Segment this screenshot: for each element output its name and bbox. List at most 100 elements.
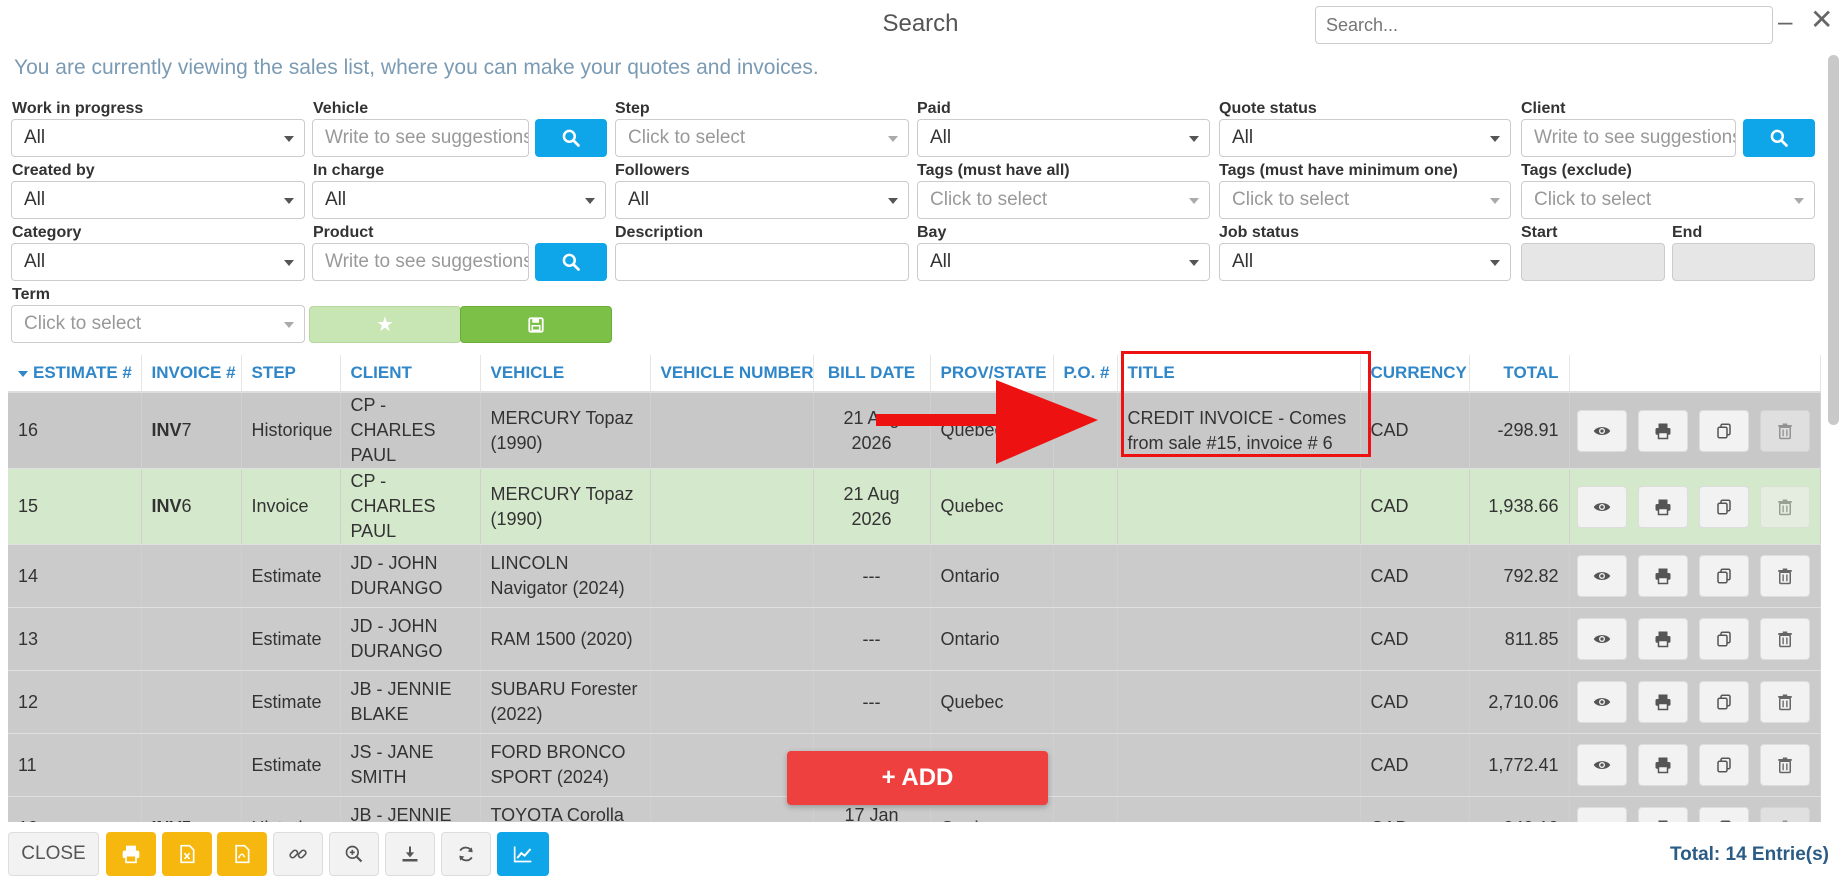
minimize-icon[interactable]: – <box>1778 8 1792 34</box>
end-date-input[interactable] <box>1672 243 1815 281</box>
category-value: All <box>24 251 46 272</box>
print-icon <box>1655 757 1671 774</box>
cell-client: JS - JANE SMITH <box>340 733 481 797</box>
delete-button[interactable] <box>1759 744 1810 786</box>
quote-status-select[interactable]: All <box>1219 119 1511 157</box>
print-button[interactable] <box>1637 409 1688 452</box>
paid-select[interactable]: All <box>917 119 1210 157</box>
step-select[interactable]: Click to select <box>615 119 909 157</box>
created-by-select[interactable]: All <box>11 181 305 219</box>
vertical-scrollbar[interactable] <box>1828 55 1839 425</box>
column-header-vehicle-number[interactable]: VEHICLE NUMBER <box>650 355 814 393</box>
delete-button[interactable] <box>1759 555 1810 597</box>
column-header-invoice[interactable]: INVOICE # <box>141 355 242 393</box>
print-button[interactable] <box>1637 681 1688 723</box>
refresh-button[interactable] <box>441 832 491 876</box>
followers-select[interactable]: All <box>615 181 909 219</box>
delete-button[interactable] <box>1759 409 1810 452</box>
filter-label-work-in-progress: Work in progress <box>12 100 144 117</box>
description-input[interactable] <box>615 243 909 281</box>
table-row[interactable]: 15 INV6 Invoice CP - CHARLES PAUL MERCUR… <box>8 468 1821 545</box>
product-search-button[interactable] <box>535 243 607 281</box>
add-button[interactable]: + ADD <box>787 751 1048 805</box>
vehicle-search-button[interactable] <box>535 119 607 157</box>
close-button[interactable]: CLOSE <box>8 832 99 876</box>
product-input[interactable]: Write to see suggestions <box>312 243 529 281</box>
cell-total: 2,710.06 <box>1469 670 1570 734</box>
job-status-select[interactable]: All <box>1219 243 1511 281</box>
cell-title <box>1117 733 1361 797</box>
column-header-currency[interactable]: CURRENCY <box>1360 355 1470 393</box>
print-button[interactable] <box>1637 485 1688 528</box>
cell-vehicle-number <box>650 468 814 545</box>
download-button[interactable] <box>385 832 435 876</box>
tags-all-select[interactable]: Click to select <box>917 181 1210 219</box>
client-input[interactable]: Write to see suggestions <box>1521 119 1736 157</box>
start-date-input[interactable] <box>1521 243 1665 281</box>
view-button[interactable] <box>1576 409 1627 452</box>
cell-step: Estimate <box>241 733 341 797</box>
duplicate-button[interactable] <box>1698 555 1749 597</box>
search-icon <box>562 253 580 271</box>
bay-select[interactable]: All <box>917 243 1210 281</box>
bay-value: All <box>930 251 952 272</box>
in-charge-select[interactable]: All <box>312 181 606 219</box>
duplicate-button[interactable] <box>1698 409 1749 452</box>
column-header-estimate[interactable]: ESTIMATE # <box>8 355 142 393</box>
trash-icon <box>1777 423 1792 439</box>
sales-search-window: Search – ✕ You are currently viewing the… <box>0 0 1841 880</box>
work-in-progress-select[interactable]: All <box>11 119 305 157</box>
print-button[interactable] <box>1637 618 1688 660</box>
zoom-button[interactable] <box>329 832 379 876</box>
duplicate-button[interactable] <box>1698 485 1749 528</box>
print-icon <box>1655 631 1671 648</box>
print-icon <box>1655 568 1671 585</box>
view-button[interactable] <box>1576 485 1627 528</box>
link-icon <box>289 849 307 859</box>
term-select[interactable]: Click to select <box>11 305 305 343</box>
delete-button[interactable] <box>1759 681 1810 723</box>
category-select[interactable]: All <box>11 243 305 281</box>
column-header-actions <box>1569 355 1821 393</box>
sort-desc-icon <box>18 370 28 377</box>
export-pdf-button[interactable] <box>217 832 267 876</box>
view-button[interactable] <box>1576 681 1627 723</box>
export-excel-button[interactable] <box>162 832 212 876</box>
cell-vehicle: MERCURY Topaz (1990) <box>480 392 651 469</box>
delete-button[interactable] <box>1759 485 1810 528</box>
pdf-file-icon <box>235 844 250 864</box>
client-search-button[interactable] <box>1743 119 1815 157</box>
view-button[interactable] <box>1576 618 1627 660</box>
print-list-button[interactable] <box>106 832 156 876</box>
view-button[interactable] <box>1576 555 1627 597</box>
filter-label-tags-exclude: Tags (exclude) <box>1521 162 1632 179</box>
column-header-step[interactable]: STEP <box>241 355 341 393</box>
duplicate-button[interactable] <box>1698 618 1749 660</box>
table-row[interactable]: 13 Estimate JD - JOHN DURANGO RAM 1500 (… <box>8 607 1821 671</box>
annotation-arrow <box>876 380 1098 464</box>
delete-button[interactable] <box>1759 618 1810 660</box>
work-in-progress-value: All <box>24 127 46 148</box>
duplicate-button[interactable] <box>1698 681 1749 723</box>
link-button[interactable] <box>273 832 323 876</box>
save-filter-button[interactable] <box>460 306 612 343</box>
table-row[interactable]: 12 Estimate JB - JENNIE BLAKE SUBARU For… <box>8 670 1821 734</box>
tags-exclude-select[interactable]: Click to select <box>1521 181 1815 219</box>
chevron-down-icon <box>888 136 898 142</box>
copy-icon <box>1716 423 1731 438</box>
column-header-vehicle[interactable]: VEHICLE <box>480 355 651 393</box>
print-button[interactable] <box>1637 555 1688 597</box>
cell-estimate: 13 <box>8 607 142 671</box>
view-button[interactable] <box>1576 744 1627 786</box>
duplicate-button[interactable] <box>1698 744 1749 786</box>
table-row[interactable]: 14 Estimate JD - JOHN DURANGO LINCOLN Na… <box>8 544 1821 608</box>
column-header-total[interactable]: TOTAL <box>1469 355 1570 393</box>
column-header-client[interactable]: CLIENT <box>340 355 481 393</box>
tags-min-select[interactable]: Click to select <box>1219 181 1511 219</box>
print-button[interactable] <box>1637 744 1688 786</box>
favorite-filter-button[interactable]: ★ <box>309 306 461 343</box>
close-icon[interactable]: ✕ <box>1810 6 1833 34</box>
vehicle-input[interactable]: Write to see suggestions <box>312 119 529 157</box>
chart-button[interactable] <box>497 832 549 876</box>
global-search-input[interactable] <box>1315 6 1773 44</box>
